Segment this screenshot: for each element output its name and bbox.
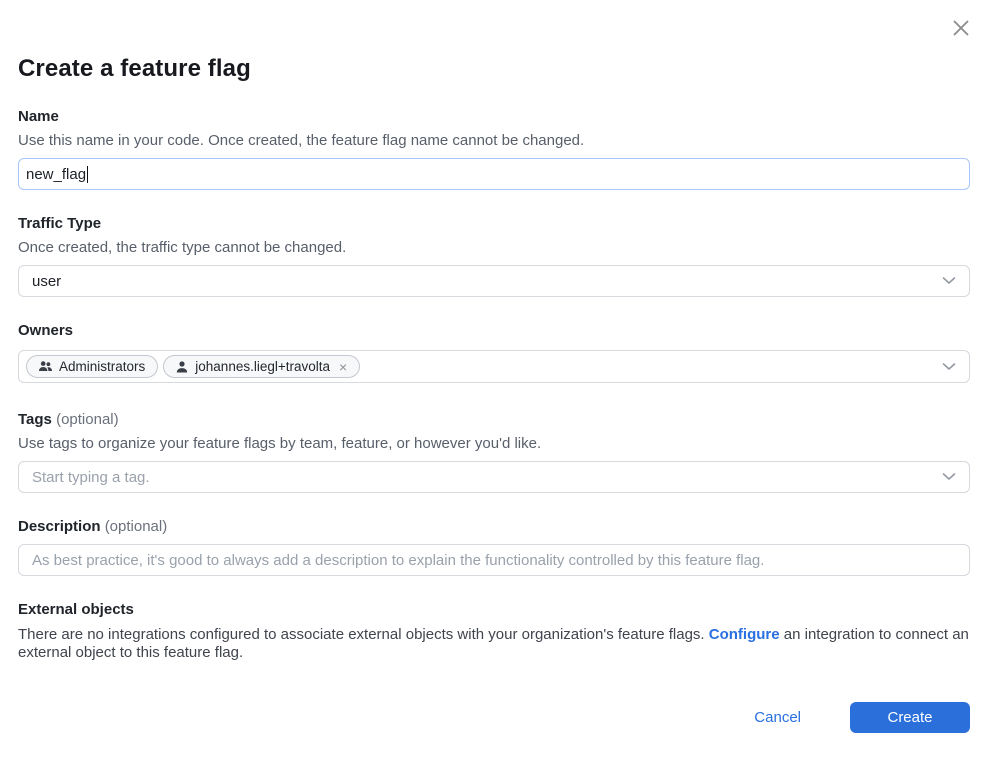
traffic-type-select[interactable]: user bbox=[18, 265, 970, 297]
owner-chip-administrators[interactable]: Administrators bbox=[26, 355, 158, 378]
chevron-down-icon bbox=[942, 473, 956, 481]
tags-help-text: Use tags to organize your feature flags … bbox=[18, 436, 970, 452]
owner-chip-user[interactable]: johannes.liegl+travolta × bbox=[163, 355, 360, 378]
tags-label: Tags (optional) bbox=[18, 411, 970, 428]
configure-link[interactable]: Configure bbox=[709, 626, 780, 643]
traffic-type-help-text: Once created, the traffic type cannot be… bbox=[18, 240, 970, 256]
create-feature-flag-modal: Create a feature flag Name Use this name… bbox=[0, 0, 988, 763]
close-button[interactable] bbox=[948, 15, 974, 41]
owners-section: Owners Administrators johannes.liegl+tra… bbox=[18, 322, 970, 383]
modal-footer: Cancel Create bbox=[18, 702, 970, 733]
owners-label: Owners bbox=[18, 322, 970, 339]
cancel-button[interactable]: Cancel bbox=[752, 705, 803, 730]
tags-optional-label: (optional) bbox=[56, 411, 119, 428]
person-icon bbox=[176, 361, 188, 373]
description-label: Description (optional) bbox=[18, 518, 970, 535]
owners-select[interactable]: Administrators johannes.liegl+travolta × bbox=[18, 350, 970, 383]
remove-owner-icon[interactable]: × bbox=[339, 360, 347, 374]
name-value: new_flag bbox=[19, 166, 86, 183]
external-objects-text: There are no integrations configured to … bbox=[18, 626, 970, 662]
text-cursor bbox=[87, 166, 88, 183]
chevron-down-icon bbox=[942, 277, 956, 285]
traffic-type-value: user bbox=[19, 273, 61, 290]
description-optional-label: (optional) bbox=[105, 518, 168, 535]
tags-select[interactable] bbox=[18, 461, 970, 493]
name-help-text: Use this name in your code. Once created… bbox=[18, 133, 970, 149]
description-section: Description (optional) bbox=[18, 518, 970, 576]
chevron-down-icon bbox=[942, 363, 956, 371]
tags-section: Tags (optional) Use tags to organize you… bbox=[18, 411, 970, 493]
owner-chip-label: Administrators bbox=[59, 359, 145, 374]
group-icon bbox=[39, 361, 52, 372]
external-objects-section: External objects There are no integratio… bbox=[18, 601, 970, 662]
traffic-type-section: Traffic Type Once created, the traffic t… bbox=[18, 215, 970, 297]
description-input-wrap bbox=[18, 544, 970, 576]
create-button[interactable]: Create bbox=[850, 702, 970, 733]
name-label: Name bbox=[18, 108, 970, 125]
name-input[interactable]: new_flag bbox=[18, 158, 970, 190]
tags-input[interactable] bbox=[19, 462, 969, 492]
modal-title: Create a feature flag bbox=[18, 54, 970, 83]
owner-chip-label: johannes.liegl+travolta bbox=[195, 359, 330, 374]
external-objects-label: External objects bbox=[18, 601, 970, 618]
name-section: Name Use this name in your code. Once cr… bbox=[18, 108, 970, 190]
traffic-type-label: Traffic Type bbox=[18, 215, 970, 232]
close-icon bbox=[950, 17, 972, 39]
description-input[interactable] bbox=[19, 545, 969, 575]
